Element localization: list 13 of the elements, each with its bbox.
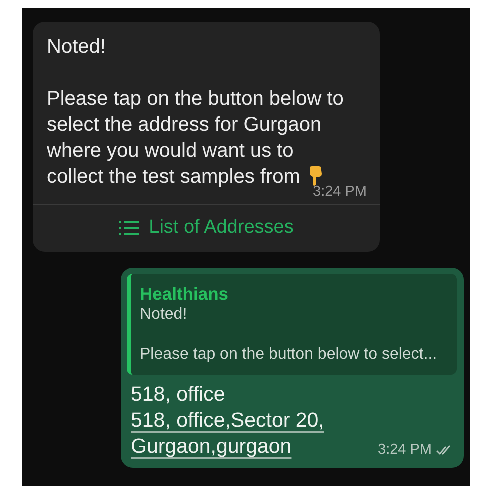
message-text: Noted! (47, 35, 107, 60)
list-icon (119, 220, 140, 236)
pointing-down-hand-icon (308, 165, 324, 187)
quote-sender: Healthians (140, 283, 230, 305)
address-link[interactable]: Gurgaon,gurgaon (131, 434, 292, 460)
message-time: 3:24 PM (378, 442, 432, 458)
message-text: 518, office (131, 382, 226, 408)
quoted-message[interactable]: Healthians Noted! Please tap on the button below to select... (127, 274, 457, 375)
list-of-addresses-button[interactable]: List of Addresses (33, 204, 380, 252)
quote-text: Please tap on the button below to select... (140, 345, 438, 365)
message-time: 3:24 PM (313, 184, 367, 200)
quote-text: Noted! (140, 305, 188, 325)
address-link[interactable]: 518, office,Sector 20, (131, 408, 324, 434)
